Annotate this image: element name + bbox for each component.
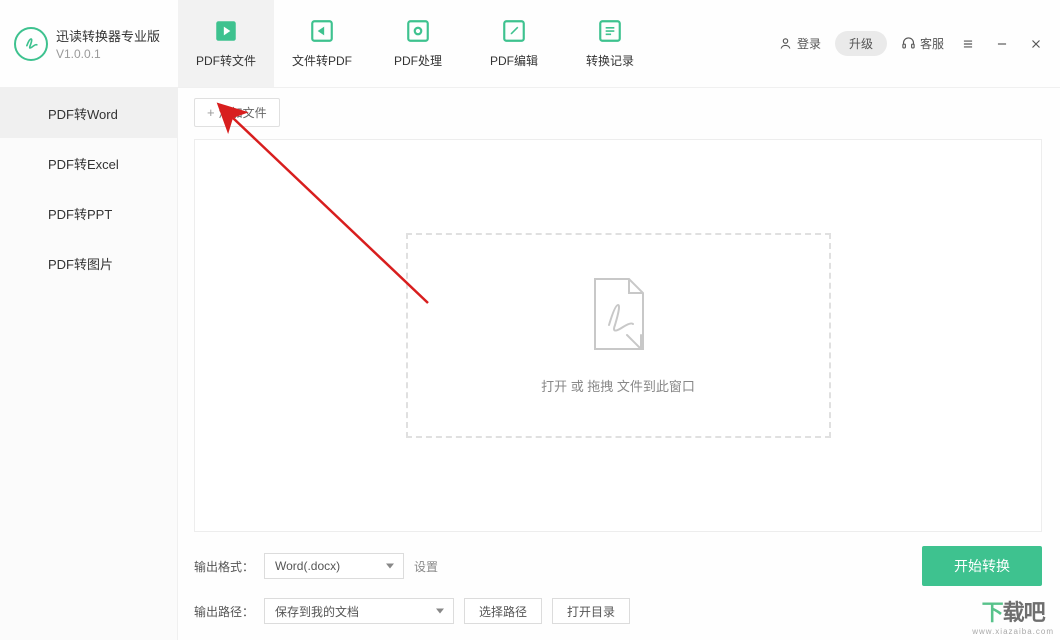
path-select[interactable]: 保存到我的文档: [264, 598, 454, 624]
workspace: 打开 或 拖拽 文件到此窗口: [194, 139, 1042, 532]
sidebar-item-pdf-image[interactable]: PDF转图片: [0, 238, 177, 288]
choose-path-button[interactable]: 选择路径: [464, 598, 542, 624]
support-button[interactable]: 客服: [901, 35, 944, 52]
start-convert-button[interactable]: 开始转换: [922, 546, 1042, 586]
tab-label: PDF编辑: [490, 52, 538, 69]
import-icon: [309, 18, 335, 44]
process-icon: [405, 18, 431, 44]
open-dir-button[interactable]: 打开目录: [552, 598, 630, 624]
tab-pdf-to-file[interactable]: PDF转文件: [178, 0, 274, 87]
sidebar: PDF转Word PDF转Excel PDF转PPT PDF转图片: [0, 88, 178, 640]
footer-row-path: 输出路径： 保存到我的文档 选择路径 打开目录: [194, 598, 1042, 624]
sidebar-item-label: PDF转Excel: [48, 154, 119, 173]
tab-label: PDF处理: [394, 52, 442, 69]
path-label: 输出路径：: [194, 603, 254, 620]
tabs: PDF转文件 文件转PDF PDF处理 PDF编辑: [178, 0, 658, 87]
login-label: 登录: [797, 35, 821, 52]
sidebar-item-pdf-word[interactable]: PDF转Word: [0, 88, 177, 138]
titlebar-right: 登录 升级 客服: [778, 31, 1060, 56]
tab-label: 转换记录: [586, 52, 634, 69]
sidebar-item-label: PDF转图片: [48, 254, 113, 273]
settings-link[interactable]: 设置: [414, 558, 438, 575]
login-button[interactable]: 登录: [778, 35, 821, 52]
sidebar-item-label: PDF转PPT: [48, 204, 112, 223]
sidebar-item-pdf-excel[interactable]: PDF转Excel: [0, 138, 177, 188]
main-area: + 添加文件 打开 或 拖拽 文件到此窗口: [178, 88, 1060, 640]
add-file-button[interactable]: + 添加文件: [194, 98, 280, 127]
plus-icon: +: [207, 105, 215, 120]
menu-icon: [961, 37, 975, 51]
logo-block: 迅读转换器专业版 V1.0.0.1: [0, 26, 178, 61]
sidebar-item-pdf-ppt[interactable]: PDF转PPT: [0, 188, 177, 238]
app-title: 迅读转换器专业版: [56, 26, 160, 45]
minimize-button[interactable]: [992, 34, 1012, 54]
close-button[interactable]: [1026, 34, 1046, 54]
tab-history[interactable]: 转换记录: [562, 0, 658, 87]
tab-pdf-process[interactable]: PDF处理: [370, 0, 466, 87]
app-logo-icon: [14, 27, 48, 61]
format-select[interactable]: Word(.docx): [264, 553, 404, 579]
tab-label: PDF转文件: [196, 52, 256, 69]
add-file-label: 添加文件: [219, 104, 267, 121]
sidebar-item-label: PDF转Word: [48, 104, 118, 123]
close-icon: [1029, 37, 1043, 51]
format-value: Word(.docx): [275, 559, 340, 573]
user-icon: [778, 36, 793, 51]
titlebar: 迅读转换器专业版 V1.0.0.1 PDF转文件 文件转PDF: [0, 0, 1060, 88]
tab-pdf-edit[interactable]: PDF编辑: [466, 0, 562, 87]
path-value: 保存到我的文档: [275, 603, 359, 620]
dropzone[interactable]: 打开 或 拖拽 文件到此窗口: [406, 233, 831, 438]
footer: 输出格式： Word(.docx) 设置 开始转换 输出路径： 保存到我的文档 …: [194, 532, 1042, 624]
history-icon: [597, 18, 623, 44]
export-icon: [213, 18, 239, 44]
headset-icon: [901, 36, 916, 51]
tab-label: 文件转PDF: [292, 52, 352, 69]
app-version: V1.0.0.1: [56, 47, 160, 61]
format-label: 输出格式：: [194, 558, 254, 575]
edit-icon: [501, 18, 527, 44]
tab-file-to-pdf[interactable]: 文件转PDF: [274, 0, 370, 87]
dropzone-text: 打开 或 拖拽 文件到此窗口: [541, 376, 695, 395]
toolbar: + 添加文件: [194, 98, 1042, 127]
minimize-icon: [995, 37, 1009, 51]
pdf-file-icon: [587, 277, 649, 358]
menu-button[interactable]: [958, 34, 978, 54]
footer-row-format: 输出格式： Word(.docx) 设置 开始转换: [194, 546, 1042, 586]
upgrade-button[interactable]: 升级: [835, 31, 887, 56]
support-label: 客服: [920, 35, 944, 52]
